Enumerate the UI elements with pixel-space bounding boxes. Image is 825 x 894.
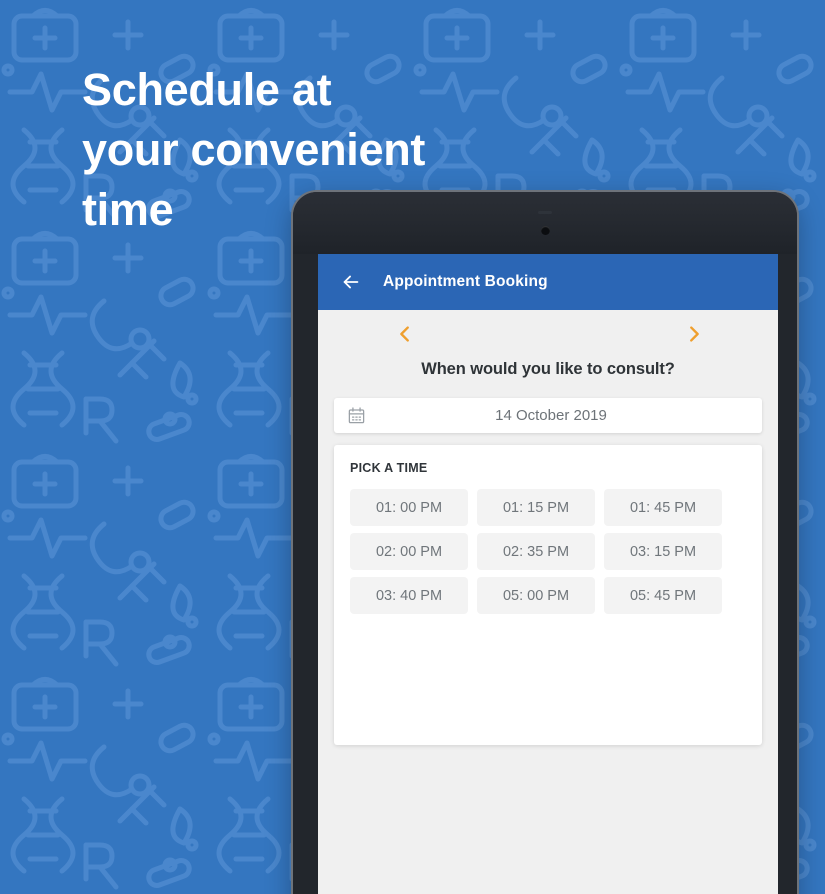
time-slot-chip[interactable]: 01: 45 PM <box>604 489 722 526</box>
arrow-left-icon[interactable] <box>340 271 362 293</box>
pick-a-time-card: PICK A TIME 01: 00 PM 01: 15 PM 01: 45 PM 0… <box>334 445 762 745</box>
earpiece-speaker <box>538 211 552 214</box>
time-slot-chip[interactable]: 02: 35 PM <box>477 533 595 570</box>
consult-question-label: When would you like to consult? <box>421 360 675 378</box>
time-slot-grid: 01: 00 PM 01: 15 PM 01: 45 PM 02: 00 PM 02: … <box>350 489 746 614</box>
front-camera-dot <box>540 226 550 235</box>
time-slot-chip[interactable]: 05: 00 PM <box>477 577 595 614</box>
promo-screenshot: Schedule at your convenient time Appoint… <box>0 0 825 894</box>
tablet-device-frame: Appointment Booking When would you like … <box>291 190 799 894</box>
chevron-right-icon[interactable] <box>683 323 705 345</box>
device-screen: Appointment Booking When would you like … <box>318 254 778 894</box>
time-slot-chip[interactable]: 03: 40 PM <box>350 577 468 614</box>
time-slot-chip[interactable]: 05: 45 PM <box>604 577 722 614</box>
app-bar: Appointment Booking <box>318 254 778 310</box>
time-slot-chip[interactable]: 01: 00 PM <box>350 489 468 526</box>
selected-date-value: 14 October 2019 <box>495 407 607 424</box>
calendar-icon <box>348 407 365 424</box>
month-nav-row <box>318 310 778 358</box>
chevron-left-icon[interactable] <box>394 323 416 345</box>
pick-a-time-label: PICK A TIME <box>350 461 428 475</box>
bezel-sheen <box>293 192 797 254</box>
page-title: Appointment Booking <box>383 273 548 290</box>
time-slot-chip[interactable]: 01: 15 PM <box>477 489 595 526</box>
time-slot-chip[interactable]: 02: 00 PM <box>350 533 468 570</box>
time-slot-chip[interactable]: 03: 15 PM <box>604 533 722 570</box>
date-picker-field[interactable]: 14 October 2019 <box>334 398 762 433</box>
